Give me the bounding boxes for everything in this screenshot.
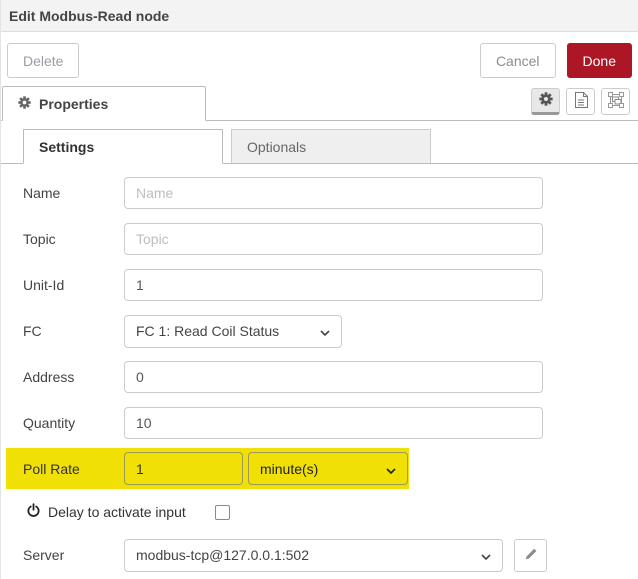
- fc-row: FC FC 1: Read Coil Status: [23, 308, 638, 354]
- chevron-down-icon: [481, 547, 491, 563]
- delay-label: Delay to activate input: [48, 504, 186, 520]
- tab-settings[interactable]: Settings: [23, 129, 223, 164]
- delete-button[interactable]: Delete: [7, 43, 80, 78]
- chevron-down-icon: [386, 461, 396, 477]
- fc-label: FC: [23, 323, 42, 339]
- subtab-strip: Settings Optionals: [1, 129, 638, 164]
- pencil-icon: [524, 547, 538, 564]
- poll-rate-unit-select[interactable]: minute(s): [248, 452, 408, 485]
- server-select-value: modbus-tcp@127.0.0.1:502: [136, 547, 309, 563]
- action-bar: Delete Cancel Done: [1, 32, 638, 86]
- poll-rate-label: Poll Rate: [23, 460, 80, 477]
- power-icon: [26, 503, 41, 521]
- fc-select-value: FC 1: Read Coil Status: [136, 323, 280, 339]
- properties-tab-strip: Properties: [1, 86, 638, 121]
- address-input[interactable]: [124, 361, 543, 393]
- poll-rate-row-highlighted: Poll Rate minute(s): [6, 448, 409, 489]
- topic-row: Topic: [23, 216, 638, 262]
- action-right: Cancel Done: [479, 43, 632, 78]
- name-label: Name: [23, 185, 61, 201]
- description-button[interactable]: [566, 88, 595, 115]
- tab-optionals[interactable]: Optionals: [231, 129, 431, 163]
- fc-select[interactable]: FC 1: Read Coil Status: [124, 314, 342, 348]
- appearance-button[interactable]: [601, 88, 630, 115]
- poll-rate-unit-value: minute(s): [260, 460, 319, 477]
- delay-checkbox[interactable]: [214, 504, 230, 520]
- unit-id-label: Unit-Id: [23, 277, 65, 293]
- dialog-title: Edit Modbus-Read node: [9, 7, 170, 24]
- address-label: Address: [23, 369, 75, 385]
- quantity-input[interactable]: [124, 407, 543, 439]
- quantity-row: Quantity: [23, 400, 638, 446]
- name-input[interactable]: [124, 177, 543, 209]
- tab-properties[interactable]: Properties: [2, 86, 206, 121]
- chevron-down-icon: [320, 323, 330, 339]
- edit-server-button[interactable]: [514, 538, 547, 572]
- tab-properties-label: Properties: [39, 95, 109, 112]
- tab-optionals-label: Optionals: [247, 138, 307, 155]
- server-row: Server modbus-tcp@127.0.0.1:502: [23, 532, 638, 578]
- cancel-button[interactable]: Cancel: [479, 43, 556, 78]
- topic-label: Topic: [23, 231, 56, 247]
- topic-input[interactable]: [124, 223, 543, 255]
- unit-id-row: Unit-Id: [23, 262, 638, 308]
- properties-gear-button[interactable]: [531, 88, 560, 115]
- dialog-header: Edit Modbus-Read node: [1, 0, 638, 32]
- address-row: Address: [23, 354, 638, 400]
- tray-toolbar: [531, 88, 638, 120]
- quantity-label: Quantity: [23, 415, 76, 431]
- tab-settings-label: Settings: [39, 138, 95, 155]
- gear-icon: [538, 92, 553, 109]
- description-icon: [574, 92, 588, 111]
- unit-id-input[interactable]: [124, 269, 543, 301]
- appearance-icon: [607, 92, 624, 111]
- name-row: Name: [23, 170, 638, 216]
- poll-rate-input[interactable]: [124, 452, 243, 485]
- delay-row: Delay to activate input: [26, 492, 638, 532]
- settings-form: Name Topic Unit-Id FC FC 1: Read Coil St…: [1, 164, 638, 578]
- server-select[interactable]: modbus-tcp@127.0.0.1:502: [124, 538, 503, 572]
- server-label: Server: [23, 547, 65, 563]
- done-button[interactable]: Done: [566, 43, 632, 78]
- gear-icon: [18, 95, 31, 112]
